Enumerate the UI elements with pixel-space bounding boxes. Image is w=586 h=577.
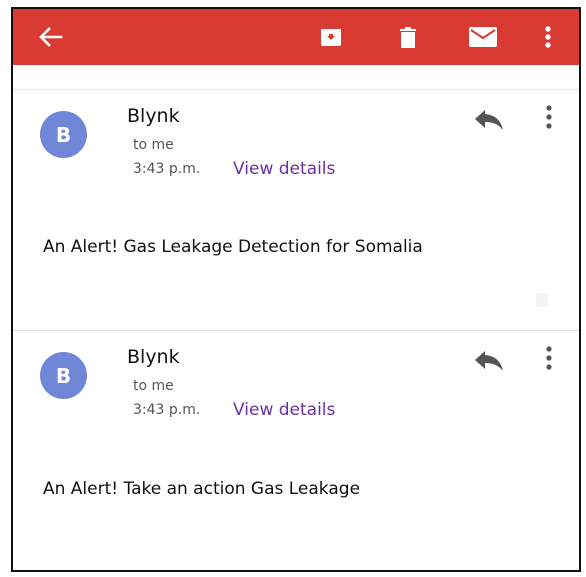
- reply-icon[interactable]: [473, 107, 505, 133]
- more-vertical-icon[interactable]: [544, 104, 554, 130]
- archive-icon: [321, 29, 341, 46]
- back-button[interactable]: [35, 9, 67, 65]
- more-vertical-icon: [545, 26, 551, 48]
- trash-icon: [400, 26, 416, 48]
- recipient-line: to me: [133, 378, 174, 394]
- mark-unread-button[interactable]: [466, 9, 500, 65]
- view-details-link[interactable]: View details: [233, 400, 335, 420]
- top-app-bar: [13, 9, 579, 65]
- message-time: 3:43 p.m.: [133, 161, 201, 177]
- avatar[interactable]: B: [40, 111, 87, 158]
- previous-message-peek: [13, 65, 579, 90]
- email-message: B Blynk to me 3:43 p.m. View details An …: [13, 90, 579, 331]
- view-details-link[interactable]: View details: [233, 159, 335, 179]
- message-body: An Alert! Gas Leakage Detection for Soma…: [43, 237, 423, 257]
- more-options-button[interactable]: [538, 9, 558, 65]
- email-screen: B Blynk to me 3:43 p.m. View details An …: [11, 7, 581, 572]
- archive-button[interactable]: [316, 9, 346, 65]
- mail-icon: [469, 27, 497, 47]
- message-body: An Alert! Take an action Gas Leakage: [43, 479, 361, 499]
- email-message: B Blynk to me 3:43 p.m. View details An …: [13, 331, 579, 570]
- avatar[interactable]: B: [40, 352, 87, 399]
- more-vertical-icon[interactable]: [544, 345, 554, 371]
- message-time: 3:43 p.m.: [133, 402, 201, 418]
- delete-button[interactable]: [393, 9, 423, 65]
- faint-attachment-icon: [536, 293, 548, 307]
- recipient-line: to me: [133, 137, 174, 153]
- sender-name: Blynk: [127, 346, 180, 368]
- arrow-left-icon: [39, 27, 63, 47]
- reply-icon[interactable]: [473, 348, 505, 374]
- sender-name: Blynk: [127, 105, 180, 127]
